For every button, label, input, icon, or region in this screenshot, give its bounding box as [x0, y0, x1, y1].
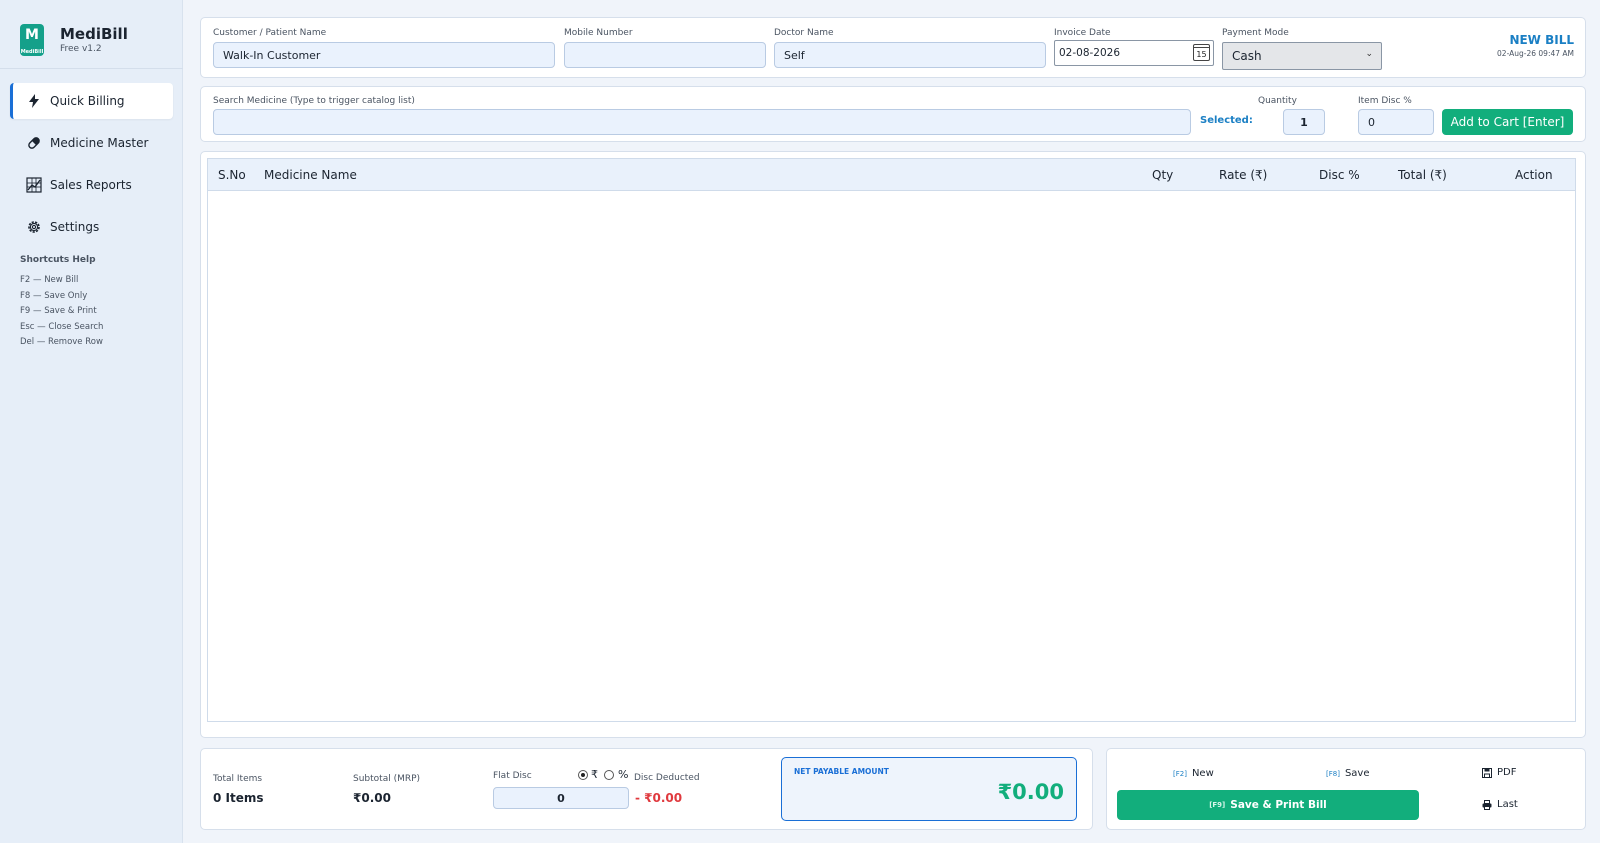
disc-deducted-label: Disc Deducted: [634, 773, 700, 783]
col-qty: Qty: [1152, 168, 1174, 182]
cart-table-panel: S.No Medicine Name Qty Rate (₹) Disc % T…: [200, 151, 1586, 738]
cart-table-body: [207, 191, 1576, 722]
col-action: Action: [1515, 168, 1553, 182]
summary-panel: Total Items 0 Items Subtotal (MRP) ₹0.00…: [200, 748, 1093, 830]
search-medicine-input[interactable]: [213, 109, 1191, 135]
col-sno: S.No: [218, 168, 246, 182]
subtotal-value: ₹0.00: [353, 791, 391, 805]
invoice-date-value: 02-08-2026: [1059, 47, 1121, 59]
new-key-hint: [F2]: [1173, 769, 1187, 778]
shortcut-save-only: F8 — Save Only: [20, 290, 88, 301]
doctor-name-label: Doctor Name: [774, 28, 834, 38]
doctor-name-input[interactable]: Self: [774, 42, 1046, 68]
customer-name-label: Customer / Patient Name: [213, 28, 327, 38]
search-medicine-label: Search Medicine (Type to trigger catalog…: [213, 96, 415, 106]
sidebar-divider: [0, 68, 183, 69]
sidebar-item-medicine-master[interactable]: Medicine Master: [10, 125, 173, 161]
selected-label: Selected:: [1200, 115, 1253, 126]
last-label: Last: [1497, 799, 1518, 810]
sidebar-item-label: Settings: [50, 220, 100, 234]
chevron-down-icon: ⌄: [1365, 49, 1373, 59]
cart-table-header: S.No Medicine Name Qty Rate (₹) Disc % T…: [207, 158, 1576, 191]
col-medicine-name: Medicine Name: [264, 168, 357, 182]
net-payable-box: NET PAYABLE AMOUNT ₹0.00: [781, 757, 1077, 821]
disc-type-percent-radio[interactable]: [604, 770, 614, 780]
last-bill-action[interactable]: Last: [1482, 799, 1518, 810]
search-panel: Search Medicine (Type to trigger catalog…: [200, 86, 1586, 142]
payment-mode-select[interactable]: Cash ⌄: [1222, 42, 1382, 70]
sidebar-item-label: Medicine Master: [50, 136, 149, 150]
pill-icon: [26, 135, 42, 151]
save-key-hint: [F8]: [1326, 769, 1340, 778]
customer-panel: Customer / Patient Name Walk-In Customer…: [200, 17, 1586, 78]
bolt-icon: [26, 93, 42, 109]
mobile-number-label: Mobile Number: [564, 28, 633, 38]
payment-mode-value: Cash: [1232, 49, 1262, 63]
total-items-value: 0 Items: [213, 791, 264, 805]
sidebar-item-label: Quick Billing: [50, 94, 125, 108]
chart-icon: [26, 177, 42, 193]
pdf-action[interactable]: PDF: [1482, 767, 1516, 778]
payment-mode-label: Payment Mode: [1222, 28, 1289, 38]
invoice-date-label: Invoice Date: [1054, 28, 1111, 38]
item-disc-label: Item Disc %: [1358, 96, 1412, 106]
sidebar-item-settings[interactable]: Settings: [10, 209, 173, 245]
app-name: MediBill: [60, 25, 128, 43]
shortcuts-title: Shortcuts Help: [20, 255, 96, 265]
save-label: Save: [1344, 768, 1370, 779]
flat-disc-input[interactable]: 0: [493, 787, 629, 809]
total-items-label: Total Items: [213, 774, 263, 784]
quantity-input[interactable]: 1: [1283, 109, 1325, 135]
save-print-label: Save & Print Bill: [1230, 799, 1327, 811]
sidebar: M MediBill MediBill Free v1.2 Quick Bill…: [0, 0, 183, 843]
shortcut-new-bill: F2 — New Bill: [20, 275, 79, 285]
sidebar-item-label: Sales Reports: [50, 178, 132, 192]
print-key-hint: [F9]: [1209, 801, 1226, 809]
calendar-icon[interactable]: 15: [1193, 44, 1210, 61]
printer-icon: [1482, 799, 1492, 810]
net-payable-label: NET PAYABLE AMOUNT: [794, 767, 889, 776]
pdf-label: PDF: [1497, 767, 1517, 778]
disc-type-rupee-radio[interactable]: [578, 770, 588, 780]
app-version: Free v1.2: [60, 44, 102, 54]
add-to-cart-button[interactable]: Add to Cart [Enter]: [1442, 109, 1573, 135]
flat-disc-label: Flat Disc: [493, 771, 532, 781]
gear-icon: [26, 219, 42, 235]
sidebar-nav: Quick Billing Medicine Master Sales Repo…: [10, 83, 173, 251]
shortcut-remove-row: Del — Remove Row: [20, 337, 103, 347]
net-payable-value: ₹0.00: [997, 780, 1064, 804]
mobile-number-input[interactable]: [564, 42, 766, 68]
col-rate: Rate (₹): [1219, 168, 1268, 182]
bill-status: NEW BILL 02-Aug-26 09:47 AM: [1497, 33, 1574, 58]
bill-title: NEW BILL: [1509, 33, 1574, 47]
shortcuts-help: Shortcuts Help F2 — New Bill F8 — Save O…: [20, 255, 103, 351]
subtotal-label: Subtotal (MRP): [353, 774, 421, 784]
bill-timestamp: 02-Aug-26 09:47 AM: [1497, 49, 1574, 58]
customer-name-input[interactable]: Walk-In Customer: [213, 42, 555, 68]
sidebar-item-quick-billing[interactable]: Quick Billing: [10, 83, 173, 119]
item-disc-input[interactable]: 0: [1358, 109, 1434, 135]
actions-panel: [F2] New [F8] Save PDF [F9] Save & Print…: [1106, 748, 1586, 830]
sidebar-item-sales-reports[interactable]: Sales Reports: [10, 167, 173, 203]
new-label: New: [1191, 768, 1214, 779]
col-total: Total (₹): [1398, 168, 1447, 182]
disc-deducted-value: - ₹0.00: [635, 791, 683, 805]
shortcut-close-search: Esc — Close Search: [20, 321, 104, 332]
new-bill-action[interactable]: [F2] New: [1173, 768, 1214, 779]
disc-type-rupee-label: ₹: [591, 768, 598, 781]
floppy-icon: [1482, 767, 1492, 778]
shortcut-save-print: F9 — Save & Print: [20, 306, 97, 316]
disc-type-percent-label: %: [618, 768, 629, 781]
app-logo: M MediBill: [20, 24, 44, 56]
invoice-date-input[interactable]: 02-08-2026 15: [1054, 40, 1214, 66]
quantity-label: Quantity: [1258, 96, 1297, 106]
brand: M MediBill MediBill Free v1.2: [20, 22, 128, 58]
col-disc: Disc %: [1319, 168, 1360, 182]
save-action[interactable]: [F8] Save: [1326, 768, 1370, 779]
save-print-bill-button[interactable]: [F9] Save & Print Bill: [1117, 790, 1419, 820]
